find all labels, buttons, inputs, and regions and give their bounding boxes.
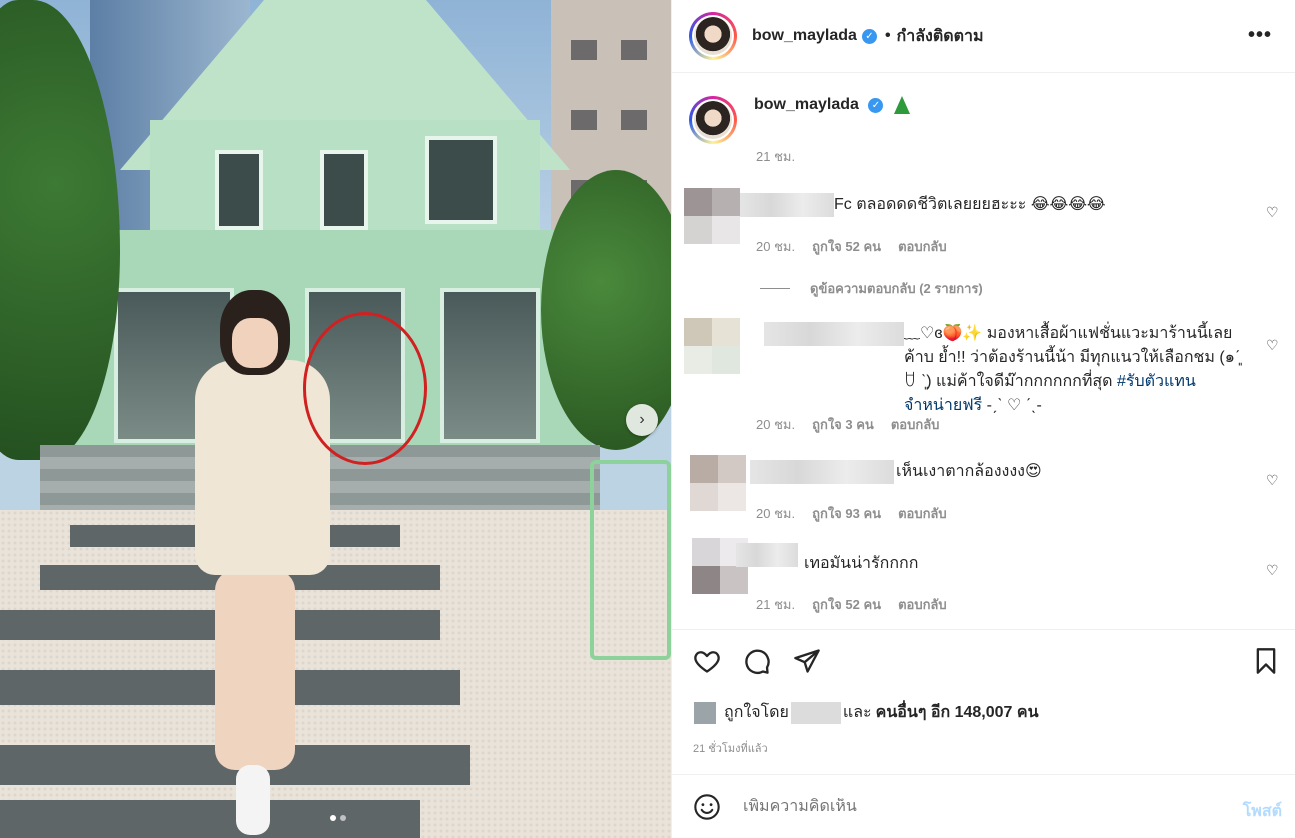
- author-username[interactable]: bow_maylada: [752, 27, 857, 45]
- verified-badge-icon: ✓: [868, 97, 884, 113]
- commenter-username-blurred[interactable]: [764, 322, 904, 346]
- add-comment-bar: โพสต์: [672, 774, 1295, 838]
- comment-likes[interactable]: ถูกใจ 93 คน: [812, 503, 881, 524]
- caption-time: 21 ชม.: [756, 149, 796, 164]
- likes-others-count[interactable]: คนอื่นๆ อีก 148,007 คน: [876, 700, 1039, 725]
- post-photo[interactable]: ›: [0, 0, 671, 838]
- comment-likes[interactable]: ถูกใจ 52 คน: [812, 236, 881, 257]
- commenter-username-blurred[interactable]: [736, 543, 798, 567]
- comment-time: 20 ชม.: [756, 239, 796, 254]
- like-heart-icon[interactable]: [693, 647, 721, 675]
- commenter-username-blurred[interactable]: [740, 193, 834, 217]
- comment-text: Fc ตลอดดดชีวิตเลยยยฮะะะ 😂😂😂😂: [834, 196, 1106, 213]
- liked-by-label: ถูกใจโดย: [724, 704, 789, 721]
- post-sidebar: bow_maylada ✓ • กำลังติดตาม ••• bow_mayl…: [671, 0, 1295, 838]
- verified-badge-icon: ✓: [861, 28, 877, 44]
- share-send-icon[interactable]: [793, 647, 821, 675]
- comment-time: 20 ชม.: [756, 506, 796, 521]
- comment-time: 20 ชม.: [756, 417, 796, 432]
- post-header: bow_maylada ✓ • กำลังติดตาม •••: [672, 0, 1295, 73]
- reply-button[interactable]: ตอบกลับ: [898, 236, 947, 257]
- photo-person-shoe: [236, 765, 270, 835]
- photo-person-legs: [215, 570, 295, 770]
- reply-button[interactable]: ตอบกลับ: [898, 503, 947, 524]
- red-circle-highlight: [303, 312, 427, 465]
- follow-status-button[interactable]: กำลังติดตาม: [897, 24, 984, 49]
- carousel-dots: [330, 815, 346, 821]
- comment-bubble-icon[interactable]: [743, 647, 771, 675]
- post-comment-button[interactable]: โพสต์: [1243, 799, 1282, 824]
- comment-text-suffix: -ˏˋ ♡ ˊˎ-: [982, 397, 1042, 414]
- post-caption: bow_maylada ✓: [689, 96, 910, 144]
- add-comment-input[interactable]: [743, 797, 1183, 816]
- chevron-right-icon: ›: [639, 411, 645, 428]
- like-comment-heart-icon[interactable]: ♡: [1266, 473, 1280, 487]
- more-options-icon[interactable]: •••: [1248, 24, 1272, 47]
- save-bookmark-icon[interactable]: [1252, 647, 1280, 675]
- post-modal: › bow_maylada ✓ • กำลังติดตาม ••• bow_ma…: [0, 0, 1295, 838]
- post-time-ago: 21 ชั่วโมงที่แล้ว: [693, 743, 768, 755]
- commenter-avatar[interactable]: [684, 318, 740, 374]
- reply-button[interactable]: ตอบกลับ: [898, 594, 947, 615]
- caption-avatar[interactable]: [689, 96, 737, 144]
- liker-avatar[interactable]: [694, 701, 716, 724]
- separator-dot: •: [884, 27, 891, 44]
- carousel-dot: [330, 815, 336, 821]
- christmas-tree-icon: [893, 96, 910, 114]
- reply-button[interactable]: ตอบกลับ: [891, 414, 940, 435]
- post-actions: [672, 629, 1295, 691]
- comment-text: เทอมันน่ารักกกก: [804, 555, 919, 572]
- comment-text: เห็นเงาตากล้องงงง😍: [896, 463, 1042, 480]
- view-replies-label: ดูข้อความตอบกลับ (2 รายการ): [810, 281, 983, 296]
- commenter-avatar[interactable]: [684, 188, 740, 244]
- comment-time: 21 ชม.: [756, 597, 796, 612]
- view-replies-button[interactable]: ดูข้อความตอบกลับ (2 รายการ): [760, 278, 983, 299]
- replies-line: [760, 288, 790, 289]
- like-comment-heart-icon[interactable]: ♡: [1266, 338, 1280, 352]
- liker-username-blurred[interactable]: [790, 701, 841, 724]
- commenter-avatar[interactable]: [690, 455, 746, 511]
- next-photo-button[interactable]: ›: [626, 404, 658, 436]
- photo-ground: [0, 510, 671, 838]
- photo-chairs: [590, 460, 671, 660]
- like-comment-heart-icon[interactable]: ♡: [1266, 563, 1280, 577]
- photo-person-face: [232, 318, 278, 368]
- likes-and-label: และ: [842, 704, 872, 721]
- commenter-username-blurred[interactable]: [750, 460, 894, 484]
- likes-summary: ถูกใจโดย และ คนอื่นๆ อีก 148,007 คน: [694, 700, 1039, 725]
- comment-likes[interactable]: ถูกใจ 3 คน: [812, 414, 874, 435]
- like-comment-heart-icon[interactable]: ♡: [1266, 205, 1280, 219]
- comment-likes[interactable]: ถูกใจ 52 คน: [812, 594, 881, 615]
- caption-username[interactable]: bow_maylada: [754, 96, 859, 113]
- emoji-smile-icon[interactable]: [693, 793, 721, 821]
- comment-text: ﹏♡ɞ🍑✨ มองหาเสื้อผ้าแฟชั่นแวะมาร้านนี้เลย…: [904, 322, 1244, 418]
- carousel-dot: [340, 815, 346, 821]
- author-avatar[interactable]: [689, 12, 737, 60]
